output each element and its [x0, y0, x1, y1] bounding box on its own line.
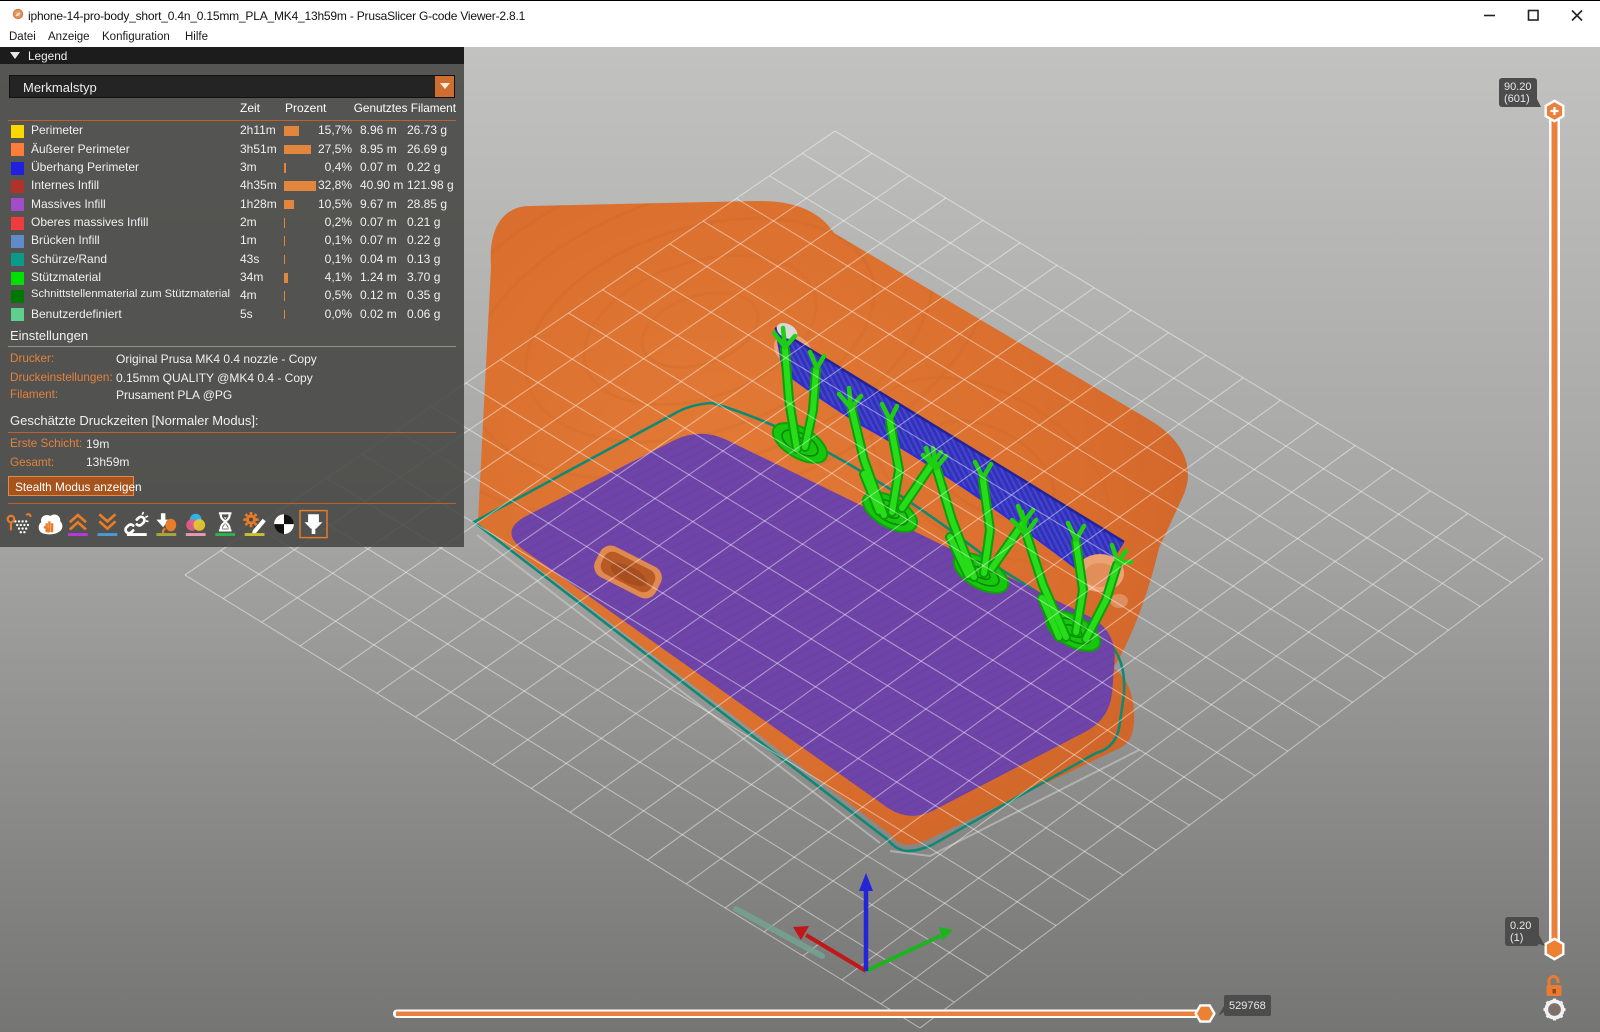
svg-text:90.20: 90.20 [1504, 81, 1532, 93]
svg-text:(1): (1) [1510, 932, 1523, 944]
svg-text:529768: 529768 [1229, 1000, 1266, 1012]
svg-text:0.20: 0.20 [1510, 920, 1531, 932]
svg-text:(601): (601) [1504, 93, 1530, 105]
